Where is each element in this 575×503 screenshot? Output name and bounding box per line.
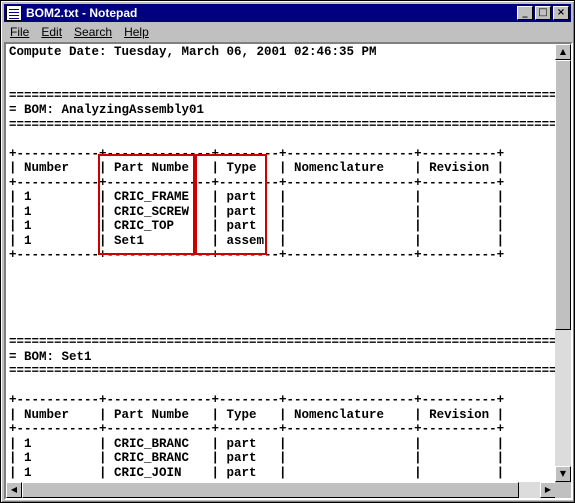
menu-edit[interactable]: Edit bbox=[35, 25, 68, 39]
document-line: ========================================… bbox=[9, 88, 556, 103]
document-line: | Number | Part Numbe | Type | Nomenclat… bbox=[9, 161, 505, 175]
document-line: ========================================… bbox=[9, 335, 556, 349]
document-line: ========================================… bbox=[9, 117, 556, 132]
vertical-scroll-thumb[interactable] bbox=[555, 60, 571, 330]
document-line: = BOM: AnalyzingAssembly01 = bbox=[9, 103, 556, 117]
menu-file-label: File bbox=[10, 25, 30, 39]
horizontal-scrollbar[interactable]: ◀ ▶ bbox=[6, 482, 556, 498]
vertical-scrollbar[interactable]: ▲ ▼ bbox=[555, 44, 571, 482]
document-text[interactable]: Compute Date: Tuesday, March 06, 2001 02… bbox=[6, 44, 556, 482]
document-line: +-----------+--------------+--------+---… bbox=[9, 146, 505, 161]
document-line: | 1 | Set1 | assem | | | bbox=[9, 233, 505, 248]
document-line: | 1 | CRIC_FRAME | part | | | bbox=[9, 190, 505, 204]
scroll-right-button[interactable]: ▶ bbox=[540, 482, 556, 498]
notepad-window: BOM2.txt - Notepad _ □ × File Edit Searc… bbox=[0, 0, 575, 503]
window-title: BOM2.txt - Notepad bbox=[26, 6, 138, 20]
close-button[interactable]: × bbox=[553, 6, 569, 20]
menu-help[interactable]: Help bbox=[118, 25, 155, 39]
notepad-icon[interactable] bbox=[6, 5, 22, 21]
menu-help-label: Help bbox=[124, 25, 149, 39]
horizontal-scroll-thumb[interactable] bbox=[22, 482, 519, 498]
document-line: | 1 | CRIC_BRANC | part | | | bbox=[9, 436, 505, 451]
menu-file[interactable]: File bbox=[4, 25, 35, 39]
document-line: | 1 | CRIC_BRANC | part | | | bbox=[9, 451, 505, 465]
document-line: | Number | Part Numbe | Type | Nomenclat… bbox=[9, 407, 505, 422]
scroll-down-button[interactable]: ▼ bbox=[555, 466, 571, 482]
document-line: Compute Date: Tuesday, March 06, 2001 02… bbox=[9, 45, 377, 59]
minimize-button[interactable]: _ bbox=[517, 6, 533, 20]
document-line: +-----------+--------------+--------+---… bbox=[9, 422, 505, 436]
document-line: | 1 | CRIC_JOIN | part | | | bbox=[9, 465, 505, 480]
menu-bar: File Edit Search Help bbox=[4, 23, 571, 41]
document-line: +-----------+--------------+--------+---… bbox=[9, 393, 505, 407]
document-line: +-----------+--------------+--------+---… bbox=[9, 248, 505, 262]
scroll-left-button[interactable]: ◀ bbox=[6, 482, 22, 498]
document-line: ========================================… bbox=[9, 364, 556, 378]
maximize-button[interactable]: □ bbox=[535, 6, 551, 20]
menu-search[interactable]: Search bbox=[68, 25, 118, 39]
text-editor[interactable]: Compute Date: Tuesday, March 06, 2001 02… bbox=[4, 42, 573, 500]
window-controls: _ □ × bbox=[517, 6, 569, 20]
title-bar[interactable]: BOM2.txt - Notepad _ □ × bbox=[4, 4, 571, 22]
menu-edit-label: Edit bbox=[41, 25, 63, 39]
scroll-up-button[interactable]: ▲ bbox=[555, 44, 571, 60]
document-line: +-----------+--------------+--------+---… bbox=[9, 175, 505, 190]
scrollbar-corner bbox=[555, 482, 571, 498]
menu-search-label: Search bbox=[74, 25, 113, 39]
document-line: = BOM: Set1 = bbox=[9, 349, 556, 364]
document-line: | 1 | CRIC_TOP | part | | | bbox=[9, 219, 505, 233]
document-line: | 1 | CRIC_SCREW | part | | | bbox=[9, 204, 505, 219]
